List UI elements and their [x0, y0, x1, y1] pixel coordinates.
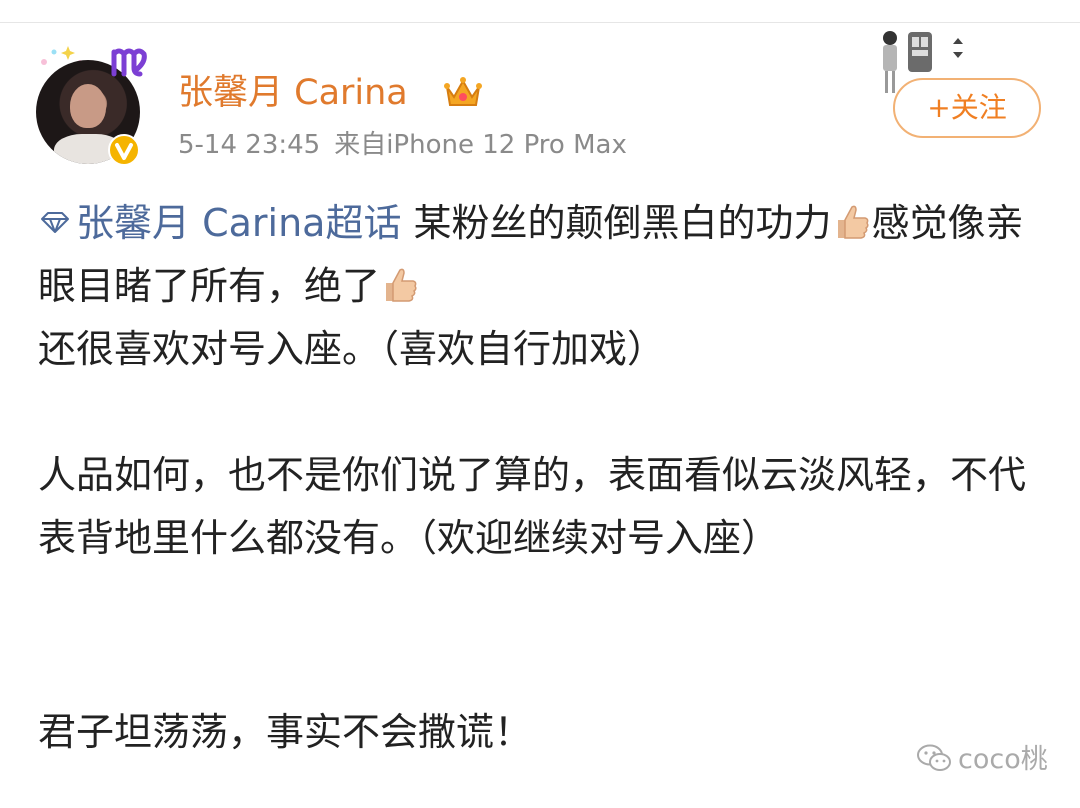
avatar-face [70, 84, 106, 128]
post-time: 5-14 23:45 [178, 130, 321, 160]
thumbs-up-icon [837, 205, 869, 239]
avatar-group[interactable] [30, 38, 160, 178]
crown-icon [444, 77, 482, 106]
thumbs-up-icon [386, 268, 417, 302]
wechat-icon [917, 744, 951, 771]
post-text-1c: 还很喜欢对号入座。（喜欢自行加戏） [38, 327, 666, 371]
topic-link[interactable]: 张馨月 Carina超话 [38, 201, 401, 245]
username[interactable]: 张馨月 Carina [178, 70, 408, 116]
post-text-1a: 某粉丝的颠倒黑白的功力 [401, 201, 832, 245]
post-paragraph-1: 张馨月 Carina超话 某粉丝的颠倒黑白的功力 感觉像亲眼目睹了所有，绝了还很喜… [38, 192, 1038, 381]
follow-button[interactable]: +关注 [893, 78, 1041, 138]
topic-label[interactable]: 张馨月 Carina超话 [76, 201, 401, 245]
verified-icon [108, 134, 140, 166]
watermark-text: coco桃 [958, 744, 1048, 775]
post-source: 来自iPhone 12 Pro Max [334, 130, 627, 160]
post-meta: 5-14 23:45 来自iPhone 12 Pro Max [178, 128, 641, 162]
diamond-icon [41, 212, 69, 233]
watermark: coco桃 [916, 740, 1048, 780]
post-paragraph-3: 君子坦荡荡，事实不会撒谎！ [38, 710, 533, 754]
post-paragraph-2: 人品如何，也不是你们说了算的，表面看似云淡风轻，不代表背地里什么都没有。（欢迎继… [38, 453, 1027, 560]
zodiac-virgo-icon [111, 48, 147, 77]
top-divider [0, 22, 1080, 23]
